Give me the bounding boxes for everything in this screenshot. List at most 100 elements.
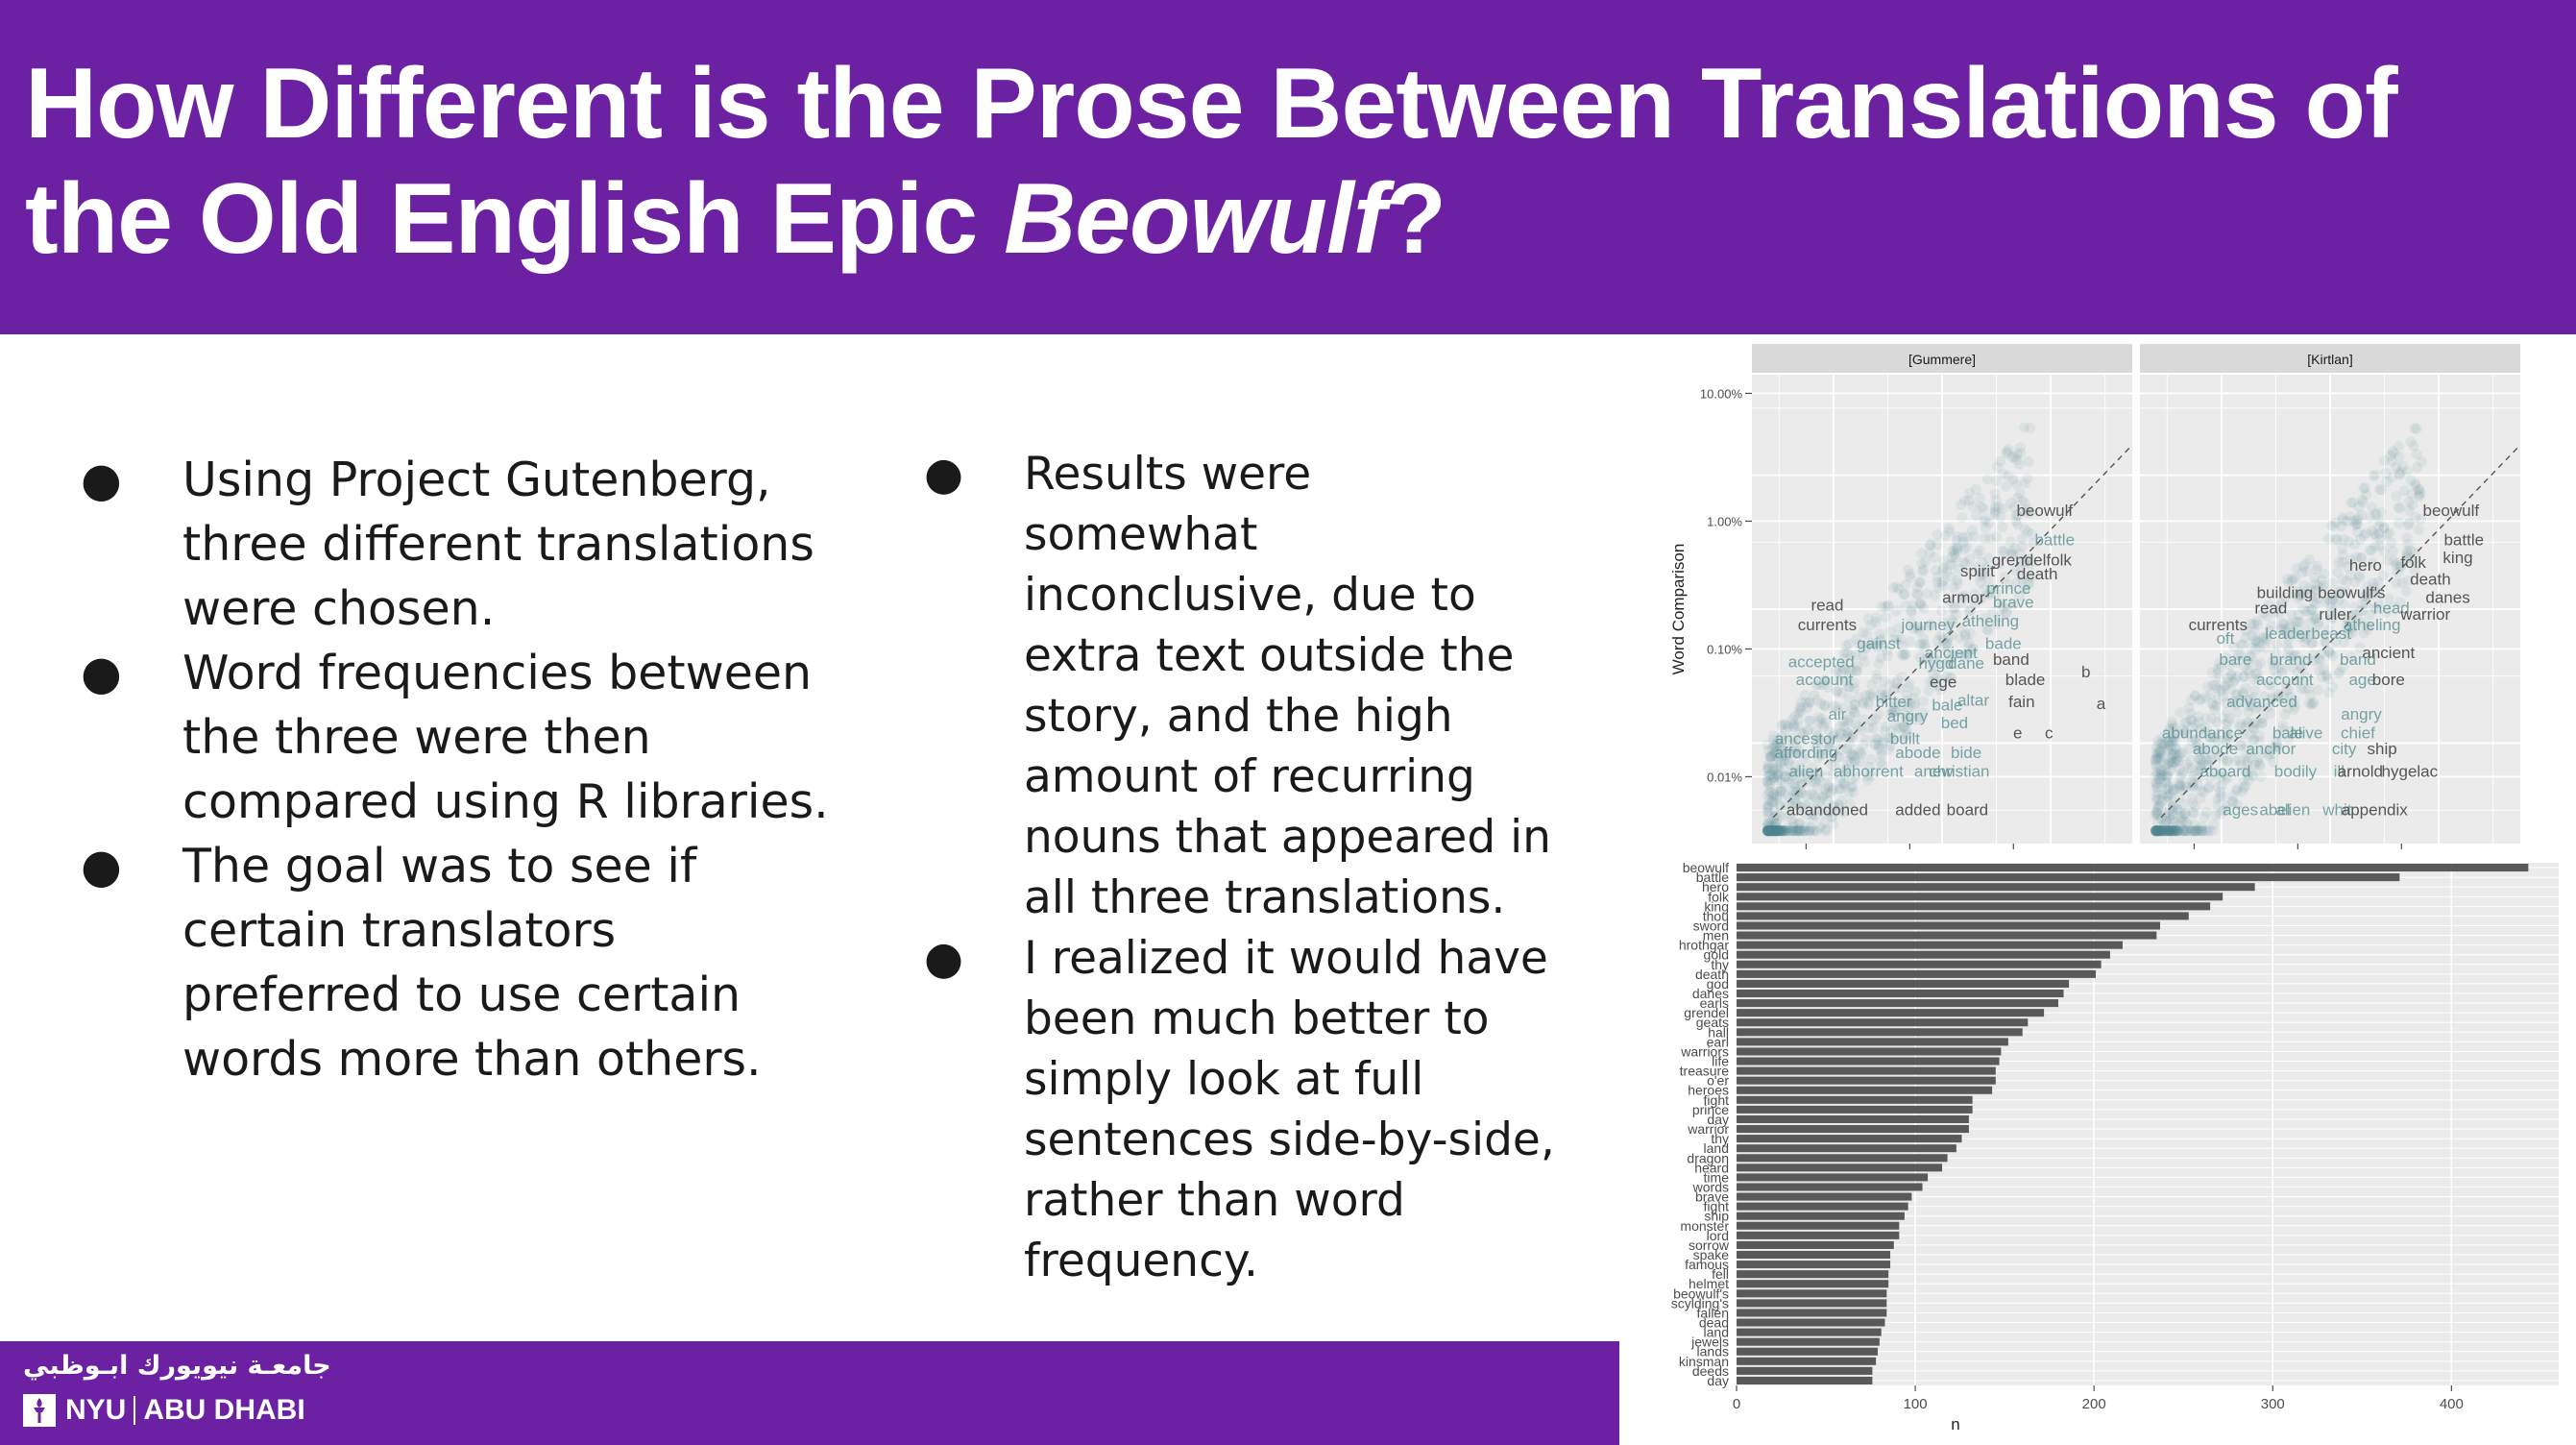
data-point	[1956, 499, 1967, 510]
data-point	[2286, 609, 2297, 621]
title-question-mark: ?	[1385, 163, 1447, 275]
data-point	[1975, 493, 1986, 504]
bar	[1737, 960, 2102, 968]
bullet-text: The goal was to see if certain translato…	[182, 839, 762, 1087]
bar	[1737, 1038, 2008, 1046]
data-point	[2025, 422, 2036, 433]
bar	[1737, 1047, 2002, 1056]
word-label: abhorrent	[1834, 762, 1904, 780]
bullet-item: ● The goal was to see if certain translat…	[81, 834, 849, 1091]
bar	[1737, 1095, 1973, 1104]
word-label: armor	[1942, 588, 1985, 606]
chart-area: Word Comparison 10.00% 1.00% 0.10% 0.01% [Gum…	[1633, 338, 2574, 1443]
logo-arabic-text: جامعـة نيويورك ابـوظبي	[23, 1351, 331, 1381]
data-point	[2391, 491, 2402, 502]
y-tick-label: 0.10%	[1707, 642, 1742, 656]
data-point	[2386, 455, 2397, 467]
x-tick-label: 300	[2261, 1396, 2285, 1412]
word-label: atheling	[2344, 616, 2401, 634]
data-point	[2023, 456, 2034, 468]
word-label: leader	[2265, 625, 2311, 643]
data-point	[1949, 549, 1960, 560]
data-point	[1952, 530, 1963, 542]
data-point	[2005, 536, 2016, 548]
bar	[1737, 1366, 1873, 1375]
word-label: ege	[1930, 673, 1956, 691]
bar	[1737, 864, 2529, 872]
data-point	[1793, 707, 1805, 719]
torch-icon	[23, 1394, 56, 1427]
bar	[1737, 1231, 1900, 1239]
category-label: day	[1707, 1373, 1729, 1388]
data-point	[1909, 686, 1921, 698]
logo-nyu-text: NYU	[65, 1394, 127, 1426]
facet-title: [Gummere]	[1908, 352, 1976, 367]
word-frequency-scatter-chart: Word Comparison 10.00% 1.00% 0.10% 0.01% [Gum…	[1669, 344, 2521, 849]
data-point	[1975, 545, 1986, 556]
data-point	[1992, 461, 2004, 473]
word-label: arnold	[2338, 762, 2383, 780]
data-point	[1843, 787, 1855, 798]
data-point	[1805, 697, 1816, 708]
bar	[1737, 1144, 1956, 1153]
data-point	[2187, 797, 2199, 809]
word-label: hero	[2349, 556, 2382, 575]
bullet-dot-icon: ●	[924, 448, 964, 501]
word-label: appendix	[2342, 800, 2409, 819]
word-label: battle	[2443, 530, 2484, 549]
bar	[1737, 1289, 1887, 1298]
bar	[1737, 1250, 1891, 1260]
data-point	[2011, 454, 2023, 466]
data-point	[2370, 509, 2382, 521]
bullet-dot-icon: ●	[81, 839, 122, 894]
bullet-dot-icon: ●	[924, 932, 964, 985]
right-bullet-list: ● Results were somewhat inconclusive, due…	[924, 444, 1558, 1291]
data-point	[2240, 780, 2251, 792]
bar	[1737, 1192, 1912, 1201]
bar	[1737, 1009, 2045, 1017]
left-bullet-column: ● Using Project Gutenberg, three differen…	[81, 448, 849, 1091]
data-point	[1863, 699, 1875, 711]
word-label: read	[1810, 596, 1843, 614]
bullet-item: ● I realized it would have been much bett…	[924, 928, 1558, 1291]
word-label: battle	[2034, 530, 2075, 549]
word-label: altar	[1957, 691, 1989, 709]
bullet-text: Results were somewhat inconclusive, due …	[1024, 448, 1551, 924]
data-point	[2003, 470, 2014, 481]
bar	[1737, 931, 2157, 940]
word-label: abode	[1895, 744, 1940, 762]
bar	[1737, 1337, 1880, 1346]
data-point	[2016, 533, 2028, 545]
data-point	[1880, 611, 1891, 623]
data-point	[1841, 727, 1853, 739]
data-point	[1796, 788, 1808, 799]
bullet-dot-icon: ●	[81, 453, 122, 507]
data-point	[1887, 582, 1899, 594]
data-point	[2168, 801, 2179, 813]
word-label: city	[2332, 740, 2357, 758]
bar-plot-panel	[1737, 863, 2559, 1385]
data-point	[2190, 690, 2201, 701]
data-point	[1882, 600, 1893, 612]
data-point	[1795, 697, 1807, 708]
bar	[1737, 999, 2058, 1008]
word-label: account	[1796, 671, 1854, 689]
bar	[1737, 1221, 1900, 1230]
word-label: blade	[2005, 671, 2046, 689]
data-point	[2416, 456, 2427, 468]
data-point	[2152, 753, 2164, 765]
bar	[1737, 1299, 1887, 1308]
data-point	[1778, 763, 1789, 774]
footer-bar: جامعـة نيويورك ابـوظبي NYU ABU DHABI	[0, 1341, 1619, 1445]
data-point	[2304, 698, 2316, 709]
data-point	[1815, 698, 1827, 709]
word-label: band	[2340, 650, 2376, 669]
data-point	[2202, 783, 2214, 795]
word-label: alien	[2275, 800, 2310, 819]
word-label: anchor	[2246, 740, 2296, 758]
bar	[1737, 1328, 1882, 1336]
x-tick-label: 200	[2082, 1396, 2106, 1412]
right-bullet-column: ● Results were somewhat inconclusive, due…	[924, 444, 1558, 1291]
bar	[1737, 902, 2211, 911]
bar	[1737, 979, 2070, 988]
